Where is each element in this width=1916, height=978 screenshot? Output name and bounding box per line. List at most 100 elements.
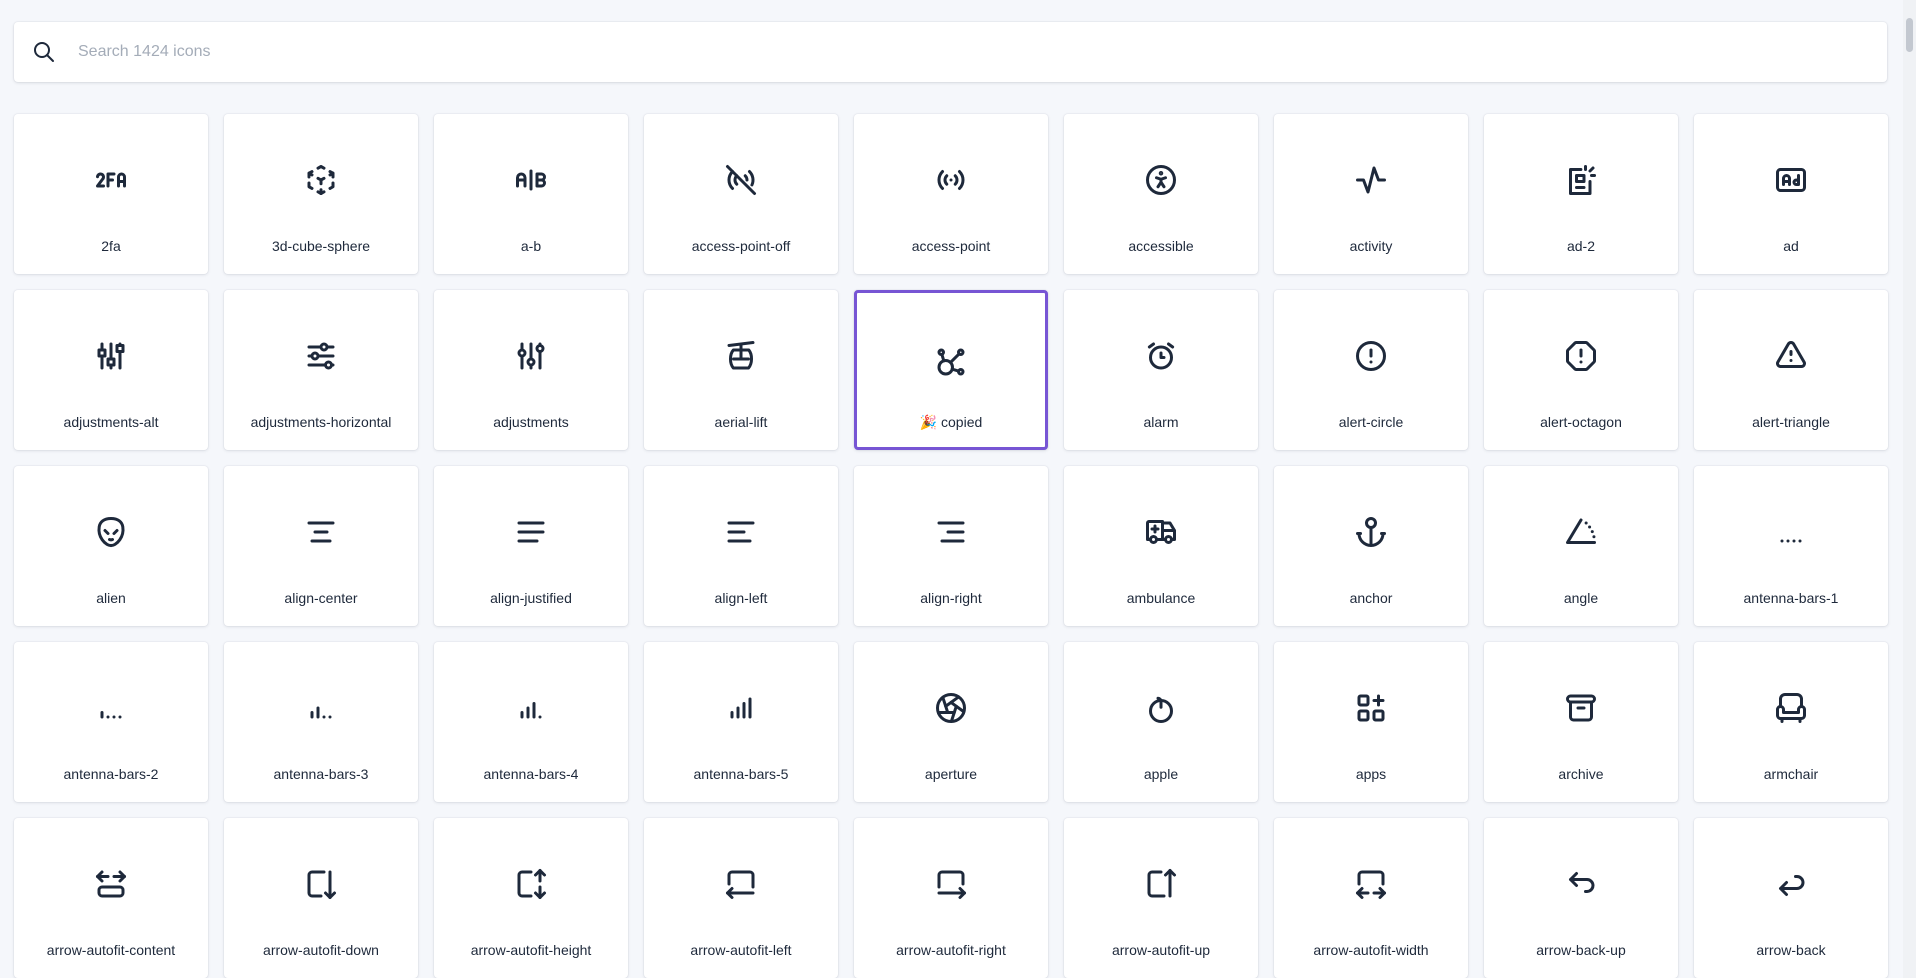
- anchor-icon: [1353, 514, 1389, 550]
- icon-tile[interactable]: antenna-bars-3: [224, 642, 418, 802]
- icon-tile[interactable]: antenna-bars-1: [1694, 466, 1888, 626]
- arrow-autofit-width-icon: [1353, 866, 1389, 902]
- icon-tile[interactable]: align-center: [224, 466, 418, 626]
- scrollbar-thumb[interactable]: [1906, 18, 1913, 52]
- adjustments-icon: [513, 338, 549, 374]
- icon-tile[interactable]: antenna-bars-4: [434, 642, 628, 802]
- icon-tile[interactable]: armchair: [1694, 642, 1888, 802]
- icon-tile[interactable]: align-left: [644, 466, 838, 626]
- icon-tile[interactable]: arrow-autofit-right: [854, 818, 1048, 978]
- icon-tile[interactable]: adjustments: [434, 290, 628, 450]
- icon-tile-label: access-point: [911, 238, 991, 254]
- icon-tile[interactable]: arrow-autofit-left: [644, 818, 838, 978]
- antenna-bars-5-icon: [723, 690, 759, 726]
- antenna-bars-4-icon: [513, 690, 549, 726]
- 3d-cube-sphere-icon: [303, 162, 339, 198]
- archive-icon: [1563, 690, 1599, 726]
- icon-tile[interactable]: ad: [1694, 114, 1888, 274]
- icon-tile[interactable]: alert-octagon: [1484, 290, 1678, 450]
- icon-tile[interactable]: ad-2: [1484, 114, 1678, 274]
- icon-tile[interactable]: alert-triangle: [1694, 290, 1888, 450]
- icon-grid: 2fa 3d-cube-sphere a-b access-point-off acce…: [14, 114, 1888, 978]
- icon-tile[interactable]: activity: [1274, 114, 1468, 274]
- icon-tile-label: anchor: [1349, 590, 1393, 606]
- icon-tile[interactable]: archive: [1484, 642, 1678, 802]
- icon-tile[interactable]: access-point: [854, 114, 1048, 274]
- icon-tile-label: arrow-back: [1756, 942, 1826, 958]
- apps-icon: [1353, 690, 1389, 726]
- icon-tile-label: a-b: [520, 238, 542, 254]
- icon-tile-label: archive: [1558, 766, 1604, 782]
- icon-tile[interactable]: 🎉 copied: [854, 290, 1048, 450]
- ad-2-icon: [1563, 162, 1599, 198]
- icon-tile-label: antenna-bars-1: [1743, 590, 1839, 606]
- icon-tile-label: arrow-autofit-content: [46, 942, 176, 958]
- search-bar: [14, 21, 1887, 83]
- icon-tile-label: apps: [1355, 766, 1387, 782]
- arrow-autofit-right-icon: [933, 866, 969, 902]
- icon-tile[interactable]: arrow-autofit-up: [1064, 818, 1258, 978]
- accessible-icon: [1143, 162, 1179, 198]
- access-point-off-icon: [723, 162, 759, 198]
- icon-tile[interactable]: alien: [14, 466, 208, 626]
- arrow-autofit-height-icon: [513, 866, 549, 902]
- icon-tile-label: alert-triangle: [1752, 414, 1830, 430]
- icon-tile[interactable]: arrow-autofit-height: [434, 818, 628, 978]
- icon-tile-label: 🎉 copied: [919, 414, 983, 430]
- icon-tile[interactable]: align-right: [854, 466, 1048, 626]
- icon-tile[interactable]: anchor: [1274, 466, 1468, 626]
- icon-tile[interactable]: antenna-bars-5: [644, 642, 838, 802]
- adjustments-alt-icon: [93, 338, 129, 374]
- scrollbar[interactable]: [1903, 0, 1916, 978]
- icon-tile[interactable]: angle: [1484, 466, 1678, 626]
- arrow-autofit-content-icon: [93, 866, 129, 902]
- icon-tile[interactable]: adjustments-alt: [14, 290, 208, 450]
- icon-tile[interactable]: 2fa: [14, 114, 208, 274]
- icon-tile-label: ad: [1783, 238, 1799, 254]
- arrow-autofit-up-icon: [1143, 866, 1179, 902]
- icon-tile-label: adjustments-horizontal: [250, 414, 392, 430]
- alert-octagon-icon: [1563, 338, 1599, 374]
- icon-tile-label: arrow-autofit-down: [263, 942, 379, 958]
- icon-tile-label: arrow-autofit-height: [470, 942, 592, 958]
- align-center-icon: [303, 514, 339, 550]
- icon-tile[interactable]: a-b: [434, 114, 628, 274]
- icon-tile-label: 2fa: [101, 238, 121, 254]
- armchair-icon: [1773, 690, 1809, 726]
- icon-tile-label: arrow-autofit-right: [896, 942, 1006, 958]
- a-b-icon: [513, 162, 549, 198]
- icon-tile[interactable]: arrow-back: [1694, 818, 1888, 978]
- icon-tile[interactable]: alarm: [1064, 290, 1258, 450]
- icon-tile[interactable]: ambulance: [1064, 466, 1258, 626]
- align-left-icon: [723, 514, 759, 550]
- alien-icon: [93, 514, 129, 550]
- align-right-icon: [933, 514, 969, 550]
- search-input[interactable]: [76, 21, 1887, 83]
- icon-tile[interactable]: apple: [1064, 642, 1258, 802]
- icon-tile[interactable]: aperture: [854, 642, 1048, 802]
- antenna-bars-3-icon: [303, 690, 339, 726]
- icon-tile-label: access-point-off: [691, 238, 791, 254]
- icon-tile[interactable]: apps: [1274, 642, 1468, 802]
- icon-tile-label: 3d-cube-sphere: [271, 238, 371, 254]
- icon-tile[interactable]: adjustments-horizontal: [224, 290, 418, 450]
- icon-tile[interactable]: access-point-off: [644, 114, 838, 274]
- icon-tile[interactable]: arrow-autofit-content: [14, 818, 208, 978]
- icon-tile-label: adjustments: [493, 414, 569, 430]
- alarm-icon: [1143, 338, 1179, 374]
- icon-tile[interactable]: aerial-lift: [644, 290, 838, 450]
- icon-tile[interactable]: arrow-autofit-down: [224, 818, 418, 978]
- icon-tile[interactable]: arrow-autofit-width: [1274, 818, 1468, 978]
- icon-tile-label: angle: [1563, 590, 1599, 606]
- icon-tile[interactable]: alert-circle: [1274, 290, 1468, 450]
- icon-tile[interactable]: 3d-cube-sphere: [224, 114, 418, 274]
- icon-tile[interactable]: antenna-bars-2: [14, 642, 208, 802]
- adjustments-horizontal-icon: [303, 338, 339, 374]
- icon-tile-label: antenna-bars-4: [483, 766, 579, 782]
- icon-tile-label: antenna-bars-3: [273, 766, 369, 782]
- icon-tile[interactable]: align-justified: [434, 466, 628, 626]
- ambulance-icon: [1143, 514, 1179, 550]
- icon-tile[interactable]: accessible: [1064, 114, 1258, 274]
- icon-tile[interactable]: arrow-back-up: [1484, 818, 1678, 978]
- search-icon: [32, 40, 56, 64]
